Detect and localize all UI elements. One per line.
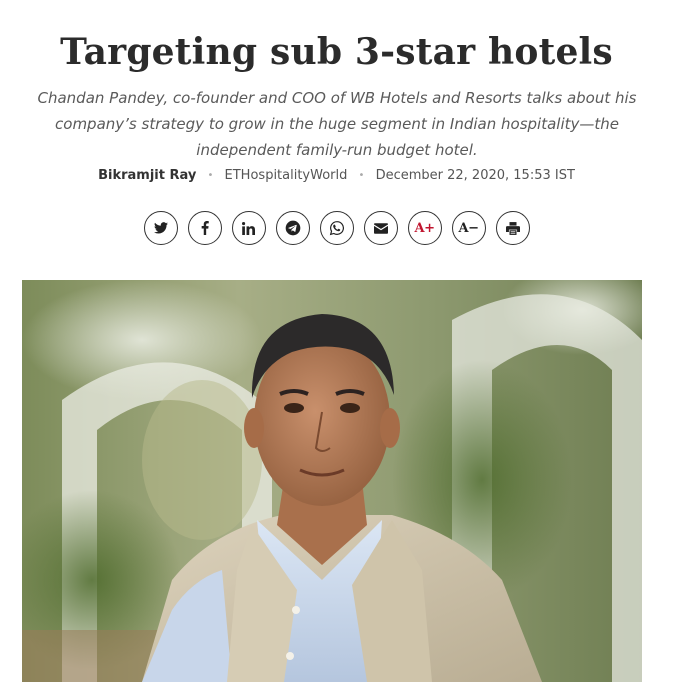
font-decrease-button[interactable]: A− [451, 211, 486, 245]
portrait-photo [22, 280, 642, 682]
printer-icon [505, 221, 520, 235]
envelope-icon [373, 222, 388, 234]
share-facebook-button[interactable] [187, 211, 222, 245]
share-telegram-button[interactable] [275, 211, 310, 245]
byline-separator: • [358, 170, 365, 181]
font-decrease-label: A− [458, 220, 479, 236]
whatsapp-icon [329, 221, 344, 236]
author-name[interactable]: Bikramjit Ray [98, 168, 196, 183]
telegram-icon [285, 220, 300, 236]
article-title: Targeting sub 3-star hotels [60, 31, 613, 74]
share-linkedin-button[interactable] [231, 211, 266, 245]
font-increase-label: A+ [414, 220, 435, 236]
facebook-icon [201, 221, 209, 235]
byline: Bikramjit Ray • ETHospitalityWorld • Dec… [0, 166, 673, 186]
publish-date: December 22, 2020, 15:53 IST [375, 168, 575, 183]
print-button[interactable] [495, 211, 530, 245]
publication-name[interactable]: ETHospitalityWorld [225, 168, 348, 183]
font-increase-button[interactable]: A+ [407, 211, 442, 245]
linkedin-icon [242, 221, 255, 235]
article-summary: Chandan Pandey, co-founder and COO of WB… [37, 89, 637, 159]
share-whatsapp-button[interactable] [319, 211, 354, 245]
share-email-button[interactable] [363, 211, 398, 245]
share-twitter-button[interactable] [143, 211, 178, 245]
share-toolbar: A+ A− [0, 211, 673, 245]
byline-separator: • [207, 170, 214, 181]
twitter-icon [153, 222, 168, 234]
hero-image [22, 280, 642, 682]
